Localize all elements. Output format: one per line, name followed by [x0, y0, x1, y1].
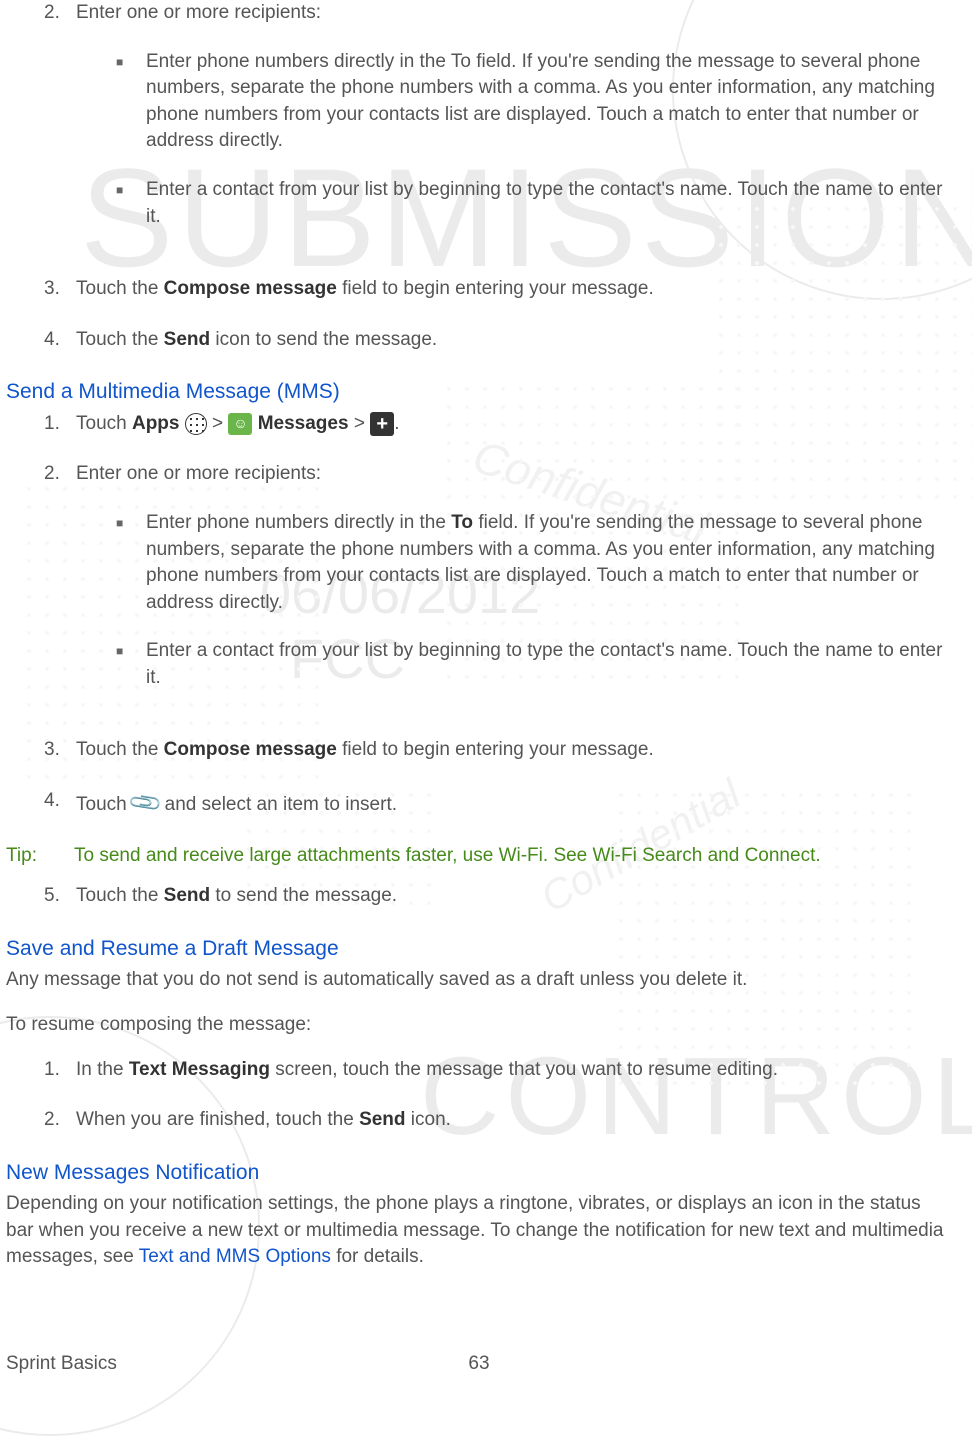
text-fragment: screen, touch the message that you want … — [270, 1059, 778, 1080]
text-fragment: . — [394, 413, 399, 434]
bold-text: Compose message — [164, 739, 337, 760]
bullet-square-icon: ■ — [116, 49, 146, 155]
text-fragment: In the — [76, 1059, 129, 1080]
notification-paragraph: Depending on your notification settings,… — [6, 1191, 952, 1271]
mms-steps: 1. Touch Apps > Messages > +. 2. Enter o… — [6, 411, 952, 819]
page-footer: Sprint Basics 63 — [6, 1351, 952, 1378]
draft-steps: 1. In the Text Messaging screen, touch t… — [6, 1057, 952, 1134]
list-item: 2. Enter one or more recipients: ■ Enter… — [44, 461, 952, 713]
paperclip-icon: 📎 — [125, 783, 166, 824]
list-item: 2. When you are finished, touch the Send… — [44, 1107, 952, 1134]
list-number: 2. — [44, 0, 76, 252]
list-item: 3. Touch the Compose message field to be… — [44, 276, 952, 303]
list-item: 2. Enter one or more recipients: ■ Enter… — [44, 0, 952, 252]
bullet-square-icon: ■ — [116, 177, 146, 230]
bullet-text: Enter a contact from your list by beginn… — [146, 177, 952, 230]
text-fragment: field to begin entering your message. — [337, 739, 654, 760]
bullet-text: Enter phone numbers directly in the To f… — [146, 49, 952, 155]
list-item: 1. In the Text Messaging screen, touch t… — [44, 1057, 952, 1084]
bullet-square-icon: ■ — [116, 638, 146, 691]
bullet-square-icon: ■ — [116, 510, 146, 616]
plus-icon: + — [370, 412, 394, 436]
tip-label: Tip: — [6, 843, 74, 870]
tip-block: Tip: To send and receive large attachmen… — [6, 843, 952, 870]
text-fragment: To send and receive large attachments fa… — [74, 845, 593, 866]
page-content: 2. Enter one or more recipients: ■ Enter… — [0, 0, 972, 1271]
list-item: 3. Touch the Compose message field to be… — [44, 737, 952, 764]
draft-paragraph-1: Any message that you do not send is auto… — [6, 967, 952, 994]
list-number: 1. — [44, 1057, 76, 1084]
text-fragment: > — [349, 413, 371, 434]
list-number: 3. — [44, 737, 76, 764]
sub-bullet-list: ■ Enter phone numbers directly in the To… — [76, 510, 952, 692]
footer-left: Sprint Basics — [6, 1351, 117, 1378]
text-fragment: When you are finished, touch the — [76, 1109, 359, 1130]
draft-paragraph-2: To resume composing the message: — [6, 1012, 952, 1039]
page-number: 63 — [468, 1351, 489, 1378]
text-fragment: Touch the — [76, 885, 164, 906]
bullet-text: Enter phone numbers directly in the To f… — [146, 510, 952, 616]
text-fragment: . — [815, 845, 820, 866]
bold-text: Apps — [132, 413, 180, 434]
list-number: 3. — [44, 276, 76, 303]
list-number: 2. — [44, 461, 76, 713]
text-fragment: Touch the — [76, 278, 164, 299]
text-fragment: Touch the — [76, 329, 164, 350]
bold-text: Send — [164, 329, 210, 350]
bold-text: Compose message — [164, 278, 337, 299]
step-text: Enter one or more recipients: — [76, 2, 321, 23]
text-fragment: field to begin entering your message. — [337, 278, 654, 299]
text-fragment: for details. — [331, 1246, 424, 1267]
text-fragment: and select an item to insert. — [159, 794, 397, 815]
bold-text: To — [451, 512, 473, 533]
list-number: 2. — [44, 1107, 76, 1134]
heading-mms: Send a Multimedia Message (MMS) — [6, 377, 952, 406]
sms-steps-continued: 2. Enter one or more recipients: ■ Enter… — [6, 0, 952, 353]
text-fragment: Touch — [76, 413, 132, 434]
text-fragment: icon. — [406, 1109, 451, 1130]
mms-steps-continued: 5. Touch the Send to send the message. — [6, 883, 952, 910]
list-item: ■ Enter a contact from your list by begi… — [116, 177, 952, 230]
tip-link[interactable]: Wi-Fi Search and Connect — [593, 845, 816, 866]
text-fragment: Touch the — [76, 739, 164, 760]
step-text: Enter one or more recipients: — [76, 463, 321, 484]
list-number: 1. — [44, 411, 76, 438]
list-number: 4. — [44, 788, 76, 819]
list-number: 5. — [44, 883, 76, 910]
text-mms-options-link[interactable]: Text and MMS Options — [139, 1246, 331, 1267]
bold-text: Text Messaging — [129, 1059, 270, 1080]
text-fragment: icon to send the message. — [210, 329, 437, 350]
list-item: 4. Touch 📎 and select an item to insert. — [44, 788, 952, 819]
text-fragment: to send the message. — [210, 885, 397, 906]
bold-text: Send — [164, 885, 210, 906]
heading-notification: New Messages Notification — [6, 1158, 952, 1187]
list-item: ■ Enter phone numbers directly in the To… — [116, 49, 952, 155]
bold-text: Send — [359, 1109, 405, 1130]
text-fragment: > — [207, 413, 229, 434]
sub-bullet-list: ■ Enter phone numbers directly in the To… — [76, 49, 952, 231]
text-fragment: Enter phone numbers directly in the — [146, 512, 451, 533]
heading-draft: Save and Resume a Draft Message — [6, 934, 952, 963]
list-item: 5. Touch the Send to send the message. — [44, 883, 952, 910]
text-fragment: Touch — [76, 794, 132, 815]
bold-text: Messages — [252, 413, 348, 434]
bullet-text: Enter a contact from your list by beginn… — [146, 638, 952, 691]
list-item: 1. Touch Apps > Messages > +. — [44, 411, 952, 438]
list-item: ■ Enter a contact from your list by begi… — [116, 638, 952, 691]
list-item: ■ Enter phone numbers directly in the To… — [116, 510, 952, 616]
apps-icon — [185, 413, 207, 435]
list-number: 4. — [44, 327, 76, 354]
list-item: 4. Touch the Send icon to send the messa… — [44, 327, 952, 354]
tip-body: To send and receive large attachments fa… — [74, 843, 952, 870]
messages-icon — [228, 413, 252, 435]
